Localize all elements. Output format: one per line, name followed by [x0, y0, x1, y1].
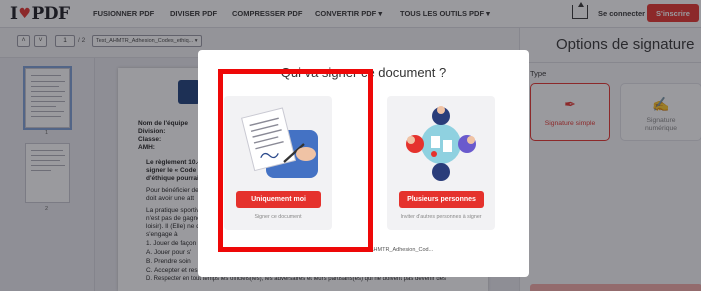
option-several-people[interactable]: Plusieurs personnes Inviter d'autres per…: [387, 96, 495, 230]
group-meeting-illustration: [406, 106, 476, 181]
highlight-annotation-box: [218, 69, 373, 252]
option-caption: Inviter d'autres personnes à signer: [400, 214, 482, 220]
several-people-button[interactable]: Plusieurs personnes: [399, 191, 484, 208]
